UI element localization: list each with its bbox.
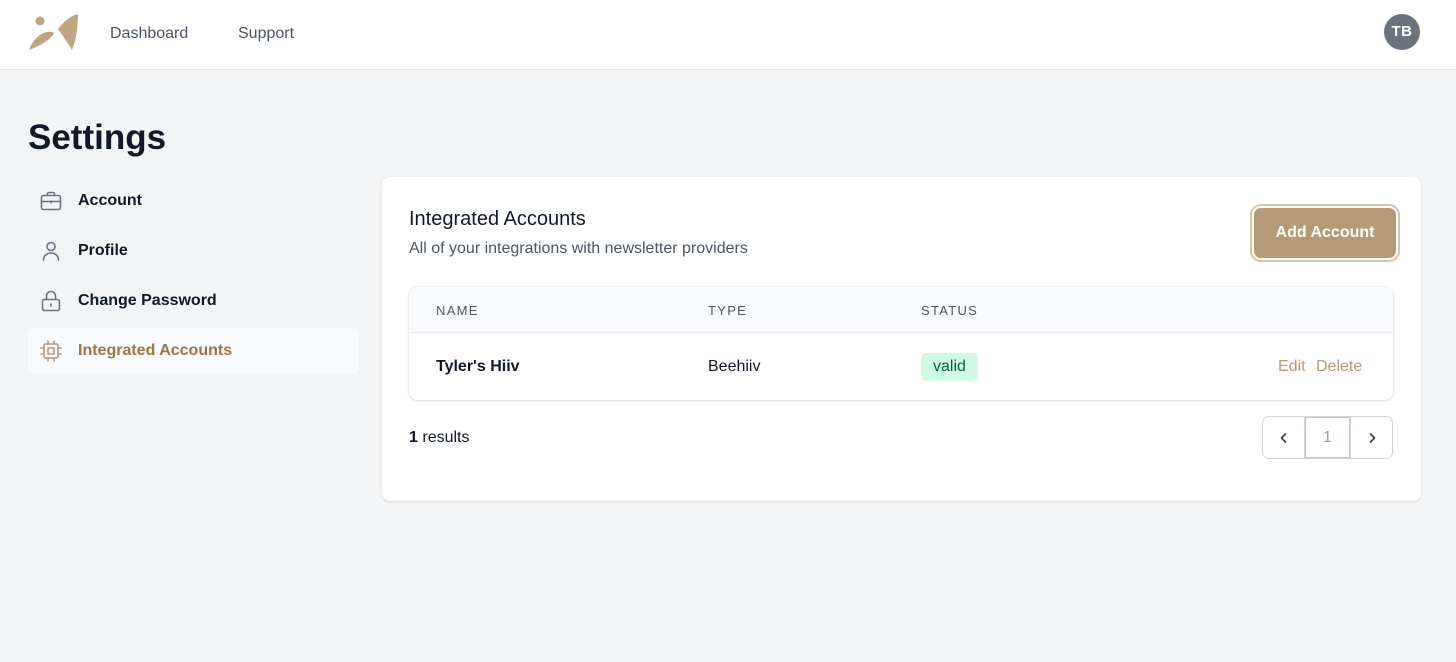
sidebar-item-label: Change Password — [78, 292, 217, 309]
chevron-left-icon — [1280, 432, 1286, 443]
delete-link[interactable]: Delete — [1316, 357, 1362, 377]
sidebar-item-integrated-accounts[interactable]: Integrated Accounts — [28, 328, 359, 374]
nav-dashboard-link[interactable]: Dashboard — [110, 24, 188, 44]
top-navigation-bar: Dashboard Support TB — [0, 0, 1456, 70]
table-row: Tyler's Hiiv Beehiiv valid Edit Delete — [409, 333, 1393, 400]
status-badge: valid — [921, 353, 978, 381]
user-icon — [39, 239, 63, 263]
card-subtitle: All of your integrations with newsletter… — [409, 240, 748, 257]
cell-account-name: Tyler's Hiiv — [436, 358, 520, 375]
table-header: NAME TYPE STATUS — [409, 287, 1393, 333]
results-summary: 1 results — [409, 428, 469, 448]
chip-icon — [39, 339, 63, 363]
nav-support-link[interactable]: Support — [238, 24, 294, 44]
sidebar-item-change-password[interactable]: Change Password — [28, 278, 359, 324]
sidebar-item-label: Profile — [78, 242, 128, 259]
page-number-button[interactable]: 1 — [1305, 417, 1351, 458]
add-account-button[interactable]: Add Account — [1254, 208, 1396, 258]
column-header-name: NAME — [436, 303, 479, 318]
user-avatar[interactable]: TB — [1384, 14, 1420, 50]
results-count: 1 — [409, 429, 418, 446]
next-page-button[interactable] — [1351, 417, 1392, 458]
edit-link[interactable]: Edit — [1278, 357, 1306, 377]
card-title: Integrated Accounts — [409, 208, 586, 230]
sidebar-item-label: Integrated Accounts — [78, 342, 233, 359]
sidebar-item-label: Account — [78, 192, 142, 209]
accounts-table: NAME TYPE STATUS Tyler's Hiiv Beehiiv va… — [409, 287, 1393, 400]
sidebar-item-account[interactable]: Account — [28, 178, 359, 224]
sidebar-item-profile[interactable]: Profile — [28, 228, 359, 274]
column-header-type: TYPE — [708, 303, 748, 318]
previous-page-button[interactable] — [1263, 417, 1305, 458]
briefcase-icon — [39, 189, 63, 213]
column-header-status: STATUS — [921, 303, 979, 318]
lock-icon — [39, 289, 63, 313]
page-title: Settings — [28, 118, 167, 157]
cell-account-type: Beehiiv — [708, 358, 761, 375]
integrated-accounts-card: Integrated Accounts All of your integrat… — [382, 177, 1421, 501]
pagination: 1 — [1262, 416, 1393, 459]
chevron-right-icon — [1369, 432, 1375, 443]
results-label: results — [422, 429, 470, 446]
brand-logo-icon[interactable] — [28, 13, 80, 53]
settings-sidebar: Account Profile Change Password Integrat… — [28, 178, 359, 378]
